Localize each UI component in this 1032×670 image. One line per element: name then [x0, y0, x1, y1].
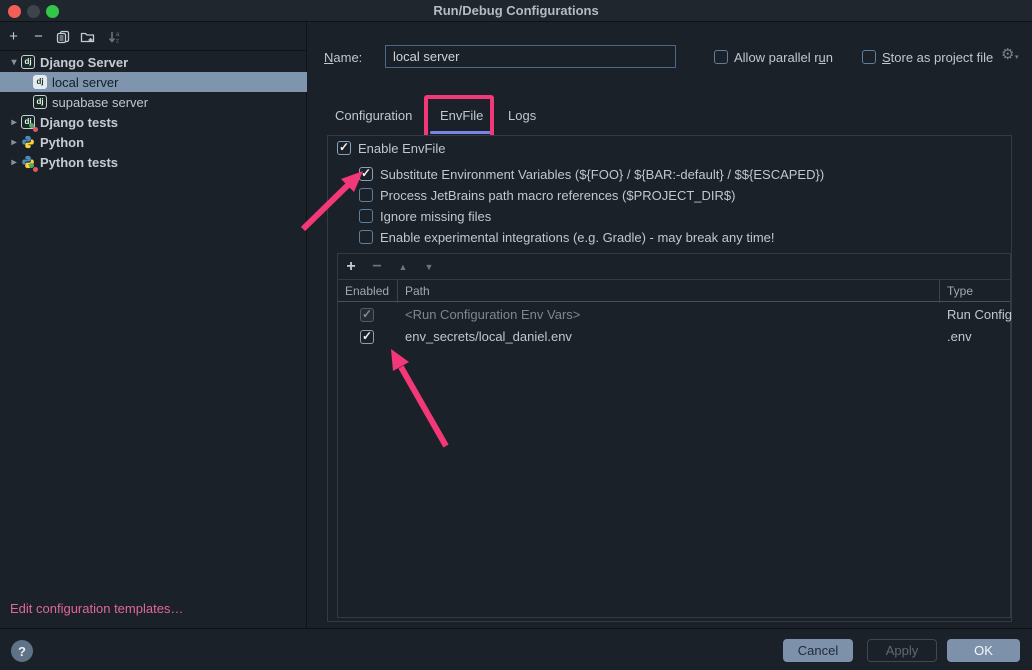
row-path: <Run Configuration Env Vars>	[405, 307, 580, 322]
substitute-env-vars-checkbox[interactable]	[359, 167, 373, 181]
minus-icon: −	[372, 258, 381, 276]
row-type: Run Config	[947, 307, 1012, 322]
django-icon: dj	[33, 75, 47, 89]
name-input[interactable]	[385, 45, 676, 68]
configurations-sidebar: + − az ▾ dj Django Server dj local serve…	[0, 22, 307, 628]
tab-envfile[interactable]: EnvFile	[440, 108, 483, 123]
arrow-down-icon: ▼	[425, 262, 434, 272]
sort-configurations-button[interactable]: az	[106, 28, 123, 45]
column-header-enabled[interactable]: Enabled	[345, 284, 389, 298]
column-header-path[interactable]: Path	[405, 284, 430, 298]
row-path: env_secrets/local_daniel.env	[405, 329, 572, 344]
table-header-row: Enabled Path Type	[338, 279, 1010, 302]
sort-az-icon: az	[108, 30, 122, 44]
row-type: .env	[947, 329, 972, 344]
sidebar-toolbar: + − az	[0, 22, 306, 51]
tree-item-python-tests[interactable]: ▸ Python tests	[0, 152, 307, 172]
column-header-type[interactable]: Type	[947, 284, 973, 298]
env-files-table: + − ▲ ▼ Enabled Path Type <Run Configura…	[337, 253, 1011, 618]
allow-parallel-run-label: Allow parallel run	[734, 50, 833, 65]
store-as-project-file-checkbox[interactable]	[862, 50, 876, 64]
tree-item-supabase-server[interactable]: dj supabase server	[0, 92, 307, 112]
run-debug-configurations-dialog: Run/Debug Configurations + − az ▾ dj Dja…	[0, 0, 1032, 670]
django-icon: dj	[21, 55, 35, 69]
experimental-integrations-label: Enable experimental integrations (e.g. G…	[380, 230, 775, 245]
table-row-env-secrets[interactable]: env_secrets/local_daniel.env .env	[338, 326, 1010, 348]
store-settings-gear-icon[interactable]: ⚙▾	[1001, 47, 1014, 62]
process-path-macro-label: Process JetBrains path macro references …	[380, 188, 735, 203]
remove-configuration-button[interactable]: −	[30, 28, 47, 45]
chevron-down-icon[interactable]: ▾	[7, 57, 21, 68]
store-as-project-file-label: Store as project file	[882, 50, 993, 65]
table-remove-button[interactable]: −	[368, 258, 386, 276]
row-enabled-checkbox[interactable]	[360, 330, 374, 344]
arrow-up-icon: ▲	[399, 262, 408, 272]
plus-icon: +	[346, 258, 355, 276]
ignore-missing-files-checkbox[interactable]	[359, 209, 373, 223]
footer-separator	[0, 628, 1032, 629]
process-path-macro-checkbox[interactable]	[359, 188, 373, 202]
cancel-button[interactable]: Cancel	[783, 639, 853, 662]
table-move-up-button[interactable]: ▲	[394, 258, 412, 276]
allow-parallel-run-checkbox[interactable]	[714, 50, 728, 64]
title-bar: Run/Debug Configurations	[0, 0, 1032, 22]
copy-configuration-button[interactable]	[54, 28, 71, 45]
ignore-missing-files-label: Ignore missing files	[380, 209, 491, 224]
tests-badge-icon	[29, 163, 38, 172]
django-icon: dj	[33, 95, 47, 109]
tree-item-python[interactable]: ▸ Python	[0, 132, 307, 152]
python-icon	[21, 135, 35, 149]
experimental-integrations-checkbox[interactable]	[359, 230, 373, 244]
chevron-right-icon[interactable]: ▸	[7, 137, 21, 148]
minus-icon: −	[34, 28, 43, 45]
selected-tab-underline	[430, 131, 491, 134]
row-enabled-checkbox	[360, 308, 374, 322]
apply-button[interactable]: Apply	[867, 639, 937, 662]
svg-text:z: z	[116, 38, 119, 44]
ok-button[interactable]: OK	[947, 639, 1020, 662]
substitute-env-vars-label: Substitute Environment Variables (${FOO}…	[380, 167, 824, 182]
enable-envfile-checkbox[interactable]	[337, 141, 351, 155]
tab-configuration[interactable]: Configuration	[335, 108, 412, 123]
table-add-button[interactable]: +	[342, 258, 360, 276]
chevron-right-icon[interactable]: ▸	[7, 117, 21, 128]
chevron-right-icon[interactable]: ▸	[7, 157, 21, 168]
table-row-run-config-env-vars[interactable]: <Run Configuration Env Vars> Run Config	[338, 304, 1010, 326]
chevron-down-icon: ▾	[1015, 50, 1019, 65]
tree-item-local-server[interactable]: dj local server	[0, 72, 307, 92]
question-mark-icon: ?	[18, 644, 26, 659]
help-button[interactable]: ?	[11, 640, 33, 662]
folder-plus-icon	[80, 30, 95, 44]
edit-configuration-templates-link[interactable]: Edit configuration templates…	[10, 601, 183, 616]
name-label: Name:	[324, 50, 362, 65]
window-title: Run/Debug Configurations	[0, 3, 1032, 18]
copy-icon	[56, 30, 70, 44]
tree-item-django-server[interactable]: ▾ dj Django Server	[0, 52, 307, 72]
tests-badge-icon	[29, 123, 38, 132]
tab-logs[interactable]: Logs	[508, 108, 536, 123]
table-move-down-button[interactable]: ▼	[420, 258, 438, 276]
add-configuration-button[interactable]: +	[5, 28, 22, 45]
tree-item-django-tests[interactable]: ▸ dj Django tests	[0, 112, 307, 132]
new-folder-button[interactable]	[79, 28, 96, 45]
svg-text:a: a	[116, 32, 120, 38]
plus-icon: +	[9, 28, 18, 45]
enable-envfile-label: Enable EnvFile	[358, 141, 445, 156]
